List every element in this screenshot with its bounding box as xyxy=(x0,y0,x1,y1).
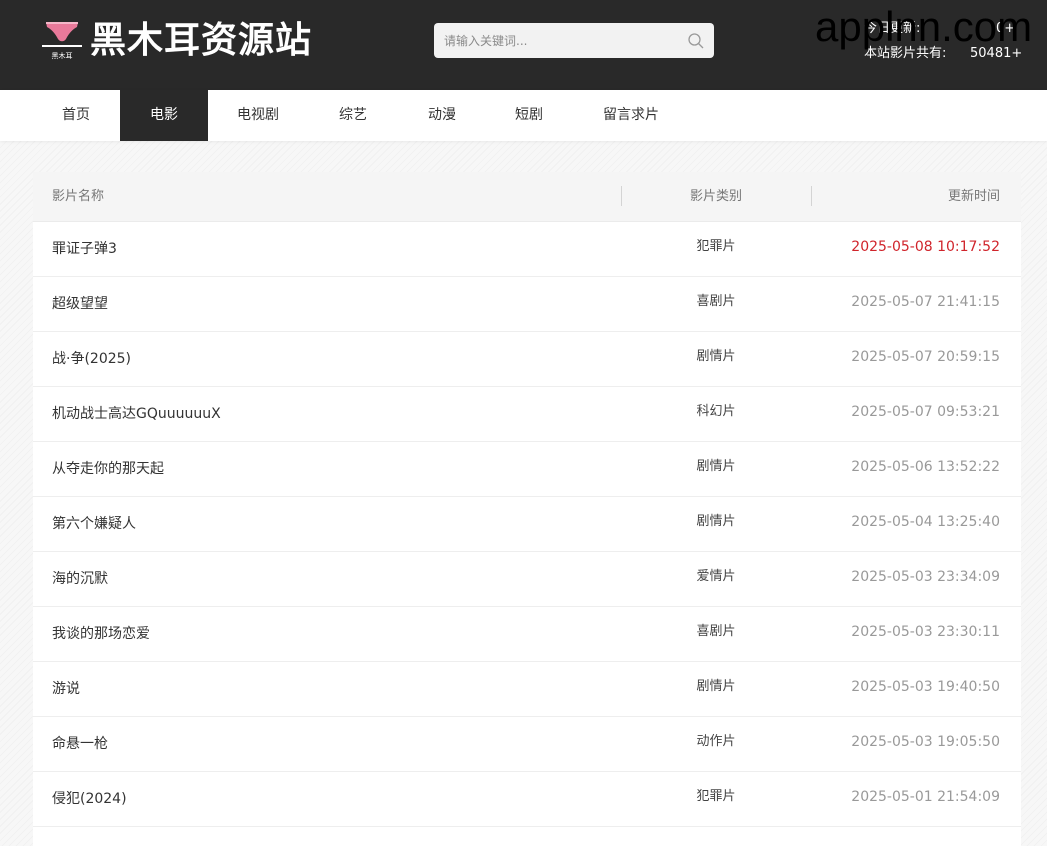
column-header-type: 影片类别 xyxy=(689,189,742,204)
movie-title-link[interactable]: 游说 xyxy=(52,662,80,716)
movie-title-link[interactable]: 超级望望 xyxy=(52,277,108,331)
column-divider xyxy=(811,186,812,206)
update-time: 2025-05-07 20:59:15 xyxy=(851,349,1000,365)
search-input[interactable] xyxy=(434,23,684,58)
column-header-name: 影片名称 xyxy=(52,189,105,204)
table-row[interactable]: 我谈的那场恋爱 喜剧片 2025-05-03 23:30:11 xyxy=(33,607,1021,662)
movie-category: 动作片 xyxy=(696,734,736,749)
search-icon[interactable] xyxy=(687,32,705,50)
movie-category: 剧情片 xyxy=(696,514,736,529)
movie-title-link[interactable]: 机动战士高达GQuuuuuuX xyxy=(52,387,221,441)
panties-logo-icon xyxy=(42,22,82,47)
nav-item-variety[interactable]: 综艺 xyxy=(308,90,398,141)
table-row[interactable]: 侵犯(2024) 犯罪片 2025-05-01 21:54:09 xyxy=(33,772,1021,827)
table-row[interactable]: 机动战士高达GQuuuuuuX 科幻片 2025-05-07 09:53:21 xyxy=(33,387,1021,442)
nav-item-home[interactable]: 首页 xyxy=(32,90,120,141)
movie-title-link[interactable]: 从夺走你的那天起 xyxy=(52,442,164,496)
table-row[interactable]: 超级望望 喜剧片 2025-05-07 21:41:15 xyxy=(33,277,1021,332)
nav-item-movies[interactable]: 电影 xyxy=(120,90,208,141)
table-row[interactable]: 战·争(2025) 剧情片 2025-05-07 20:59:15 xyxy=(33,332,1021,387)
column-divider xyxy=(621,186,622,206)
movie-category: 剧情片 xyxy=(696,679,736,694)
movie-category: 科幻片 xyxy=(696,404,736,419)
update-time: 2025-05-07 21:41:15 xyxy=(851,294,1000,310)
main-nav: 首页 电影 电视剧 综艺 动漫 短剧 留言求片 xyxy=(0,90,1047,141)
update-time: 2025-05-08 10:17:52 xyxy=(851,239,1000,255)
movie-title-link[interactable]: 战·争(2025) xyxy=(52,332,131,386)
table-row[interactable]: 海的沉默 爱情片 2025-05-03 23:34:09 xyxy=(33,552,1021,607)
movie-list-table: 影片名称 影片类别 更新时间 罪证子弹3 犯罪片 2025-05-08 10:1… xyxy=(33,172,1021,846)
update-time: 2025-05-03 19:05:50 xyxy=(851,734,1000,750)
search-bar xyxy=(434,23,714,58)
table-row[interactable]: 从夺走你的那天起 剧情片 2025-05-06 13:52:22 xyxy=(33,442,1021,497)
movie-category: 剧情片 xyxy=(696,459,736,474)
update-time: 2025-05-07 09:53:21 xyxy=(851,404,1000,420)
movie-title-link[interactable]: 命悬一枪 xyxy=(52,717,108,771)
movie-title-link[interactable]: 海的沉默 xyxy=(52,552,108,606)
movie-category: 犯罪片 xyxy=(696,789,736,804)
update-time: 2025-05-01 21:54:09 xyxy=(851,789,1000,805)
movie-title-link[interactable]: 侵犯(2024) xyxy=(52,772,127,826)
site-title[interactable]: 黑木耳资源站 xyxy=(90,16,312,66)
nav-item-request[interactable]: 留言求片 xyxy=(572,90,690,141)
update-time: 2025-05-06 13:52:22 xyxy=(851,459,1000,475)
nav-item-tv-series[interactable]: 电视剧 xyxy=(208,90,308,141)
movie-category: 喜剧片 xyxy=(696,294,736,309)
table-row[interactable]: 罪证子弹3 犯罪片 2025-05-08 10:17:52 xyxy=(33,222,1021,277)
table-row[interactable]: 游说 剧情片 2025-05-03 19:40:50 xyxy=(33,662,1021,717)
site-logo[interactable]: 黑木耳 xyxy=(42,18,82,64)
logo-caption: 黑木耳 xyxy=(51,52,73,60)
nav-item-short-drama[interactable]: 短剧 xyxy=(486,90,572,141)
update-time: 2025-05-04 13:25:40 xyxy=(851,514,1000,530)
movie-category: 犯罪片 xyxy=(696,239,736,254)
update-time: 2025-05-03 23:34:09 xyxy=(851,569,1000,585)
table-header: 影片名称 影片类别 更新时间 xyxy=(33,172,1021,222)
movie-title-link[interactable]: 罪证子弹3 xyxy=(52,222,117,276)
nav-item-anime[interactable]: 动漫 xyxy=(398,90,486,141)
movie-category: 爱情片 xyxy=(696,569,736,584)
column-header-time: 更新时间 xyxy=(947,189,1000,204)
site-header: 黑木耳 黑木耳资源站 今日更新: 0+ 本站影片共有: 50481+ appln… xyxy=(0,0,1047,90)
movie-title-link[interactable]: 第六个嫌疑人 xyxy=(52,497,136,551)
table-row[interactable]: 第六个嫌疑人 剧情片 2025-05-04 13:25:40 xyxy=(33,497,1021,552)
movie-category: 喜剧片 xyxy=(696,624,736,639)
update-time: 2025-05-03 19:40:50 xyxy=(851,679,1000,695)
movie-title-link[interactable]: 我谈的那场恋爱 xyxy=(52,607,150,661)
update-time: 2025-05-03 23:30:11 xyxy=(851,624,1000,640)
watermark-text: applnn.com xyxy=(815,3,1033,50)
movie-category: 剧情片 xyxy=(696,349,736,364)
table-row[interactable]: 命悬一枪 动作片 2025-05-03 19:05:50 xyxy=(33,717,1021,772)
